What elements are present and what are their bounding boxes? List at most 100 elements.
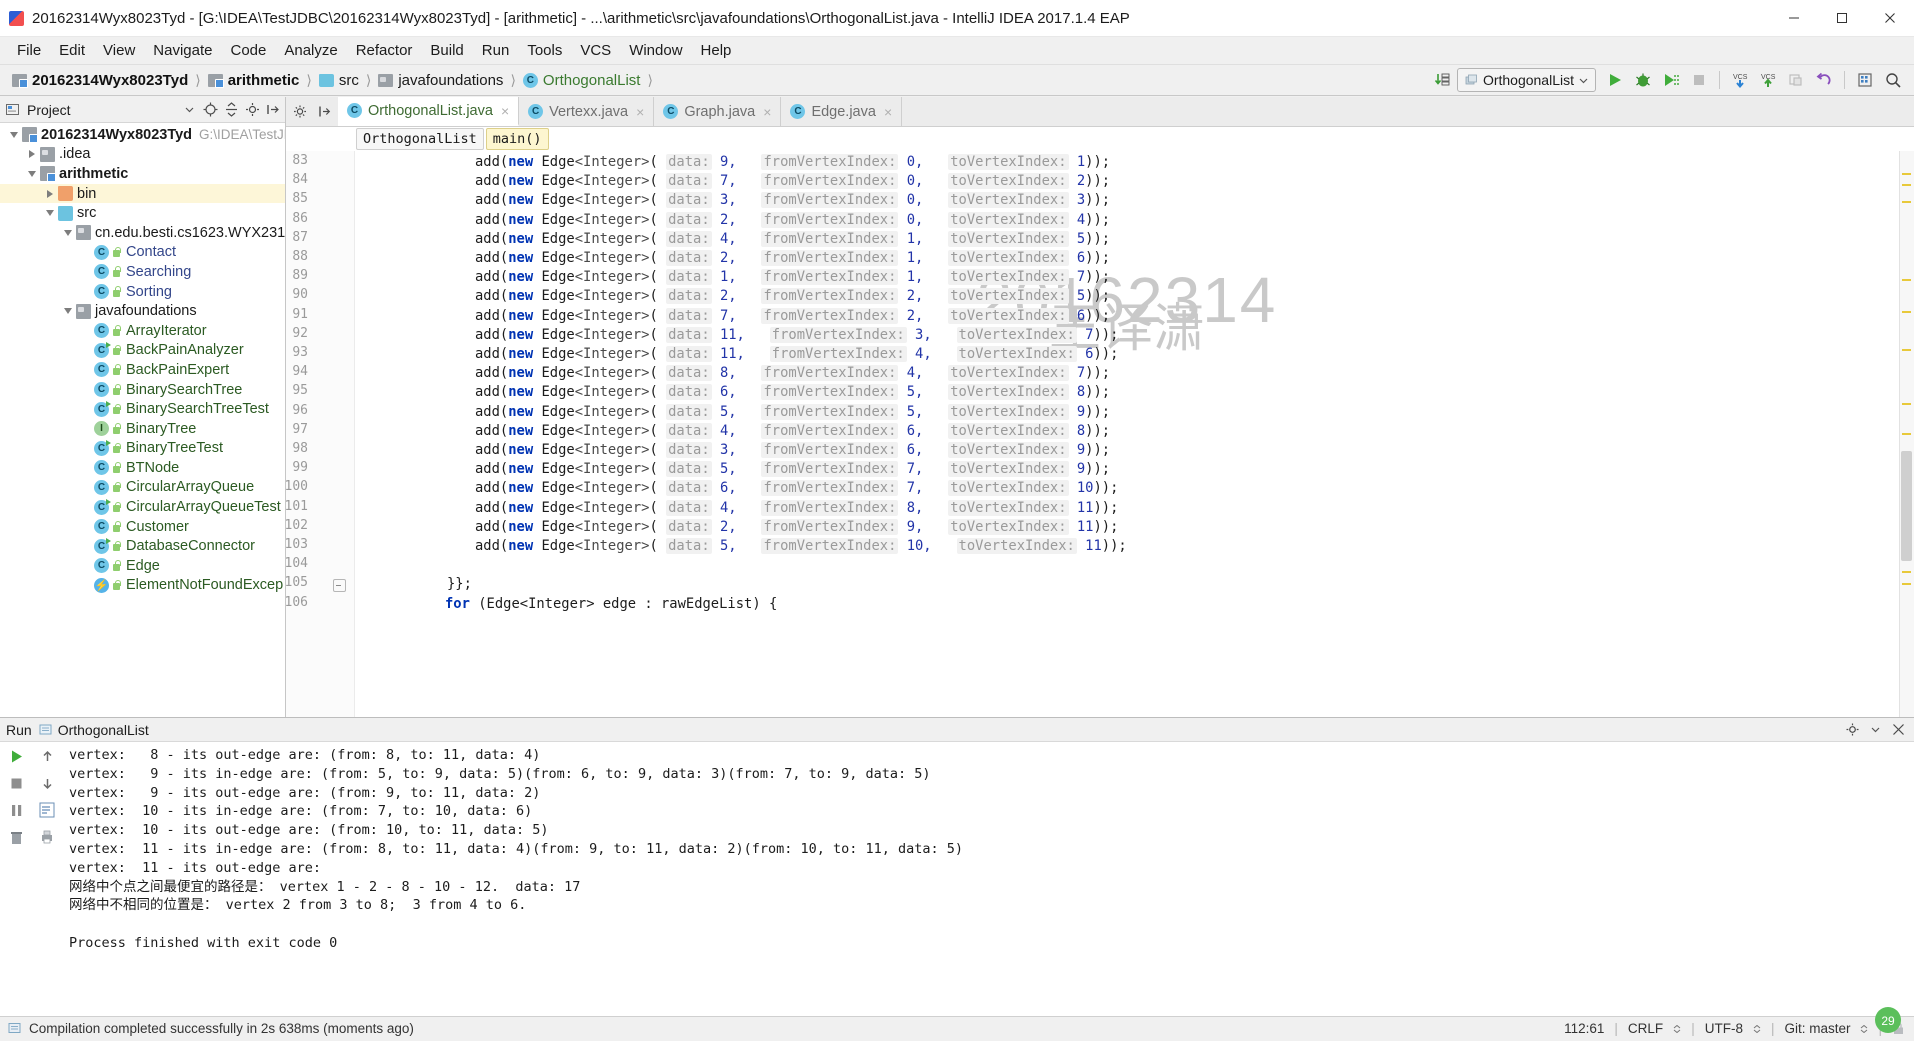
tree-node[interactable]: javafoundations	[0, 301, 285, 321]
breadcrumb-module[interactable]: arithmetic	[204, 71, 304, 90]
menu-file[interactable]: File	[8, 39, 50, 62]
notification-chip[interactable]: 29	[1864, 1003, 1904, 1037]
tree-node[interactable]: C BinarySearchTree	[0, 380, 285, 400]
pause-button[interactable]	[6, 800, 28, 820]
menu-edit[interactable]: Edit	[50, 39, 94, 62]
breadcrumb-src[interactable]: src	[315, 71, 363, 90]
tree-node[interactable]: .idea	[0, 145, 285, 165]
encoding-indicator[interactable]: UTF-8	[1705, 1021, 1743, 1036]
menu-analyze[interactable]: Analyze	[275, 39, 346, 62]
settings-icon[interactable]	[1842, 720, 1862, 740]
tree-node[interactable]: arithmetic	[0, 164, 285, 184]
run-button[interactable]	[1602, 68, 1628, 92]
run-panel-tab[interactable]: OrthogonalList	[39, 722, 149, 738]
tree-node[interactable]: C ArrayIterator	[0, 321, 285, 341]
settings-icon[interactable]	[242, 100, 262, 120]
tree-twisty-down[interactable]	[24, 166, 40, 182]
collapse-all-icon[interactable]	[221, 100, 241, 120]
breadcrumb-project[interactable]: 20162314Wyx8023Tyd	[8, 71, 192, 90]
project-tree[interactable]: 20162314Wyx8023Tyd G:\IDEA\TestJDB .idea ar…	[0, 123, 285, 717]
tab-orthogonallist-java[interactable]: C OrthogonalList.java ×	[338, 97, 520, 126]
error-stripe-gutter[interactable]	[1899, 151, 1914, 717]
menu-code[interactable]: Code	[221, 39, 275, 62]
scroll-up-button[interactable]	[36, 746, 58, 766]
soft-wrap-button[interactable]	[36, 800, 58, 820]
tab-close-icon[interactable]: ×	[501, 103, 509, 119]
print-button[interactable]	[36, 827, 58, 847]
code-content[interactable]: 20162314 王译潇 add(new Edge<Integer>( data…	[355, 151, 1899, 717]
stop-button[interactable]	[6, 773, 28, 793]
run-configuration-selector[interactable]: OrthogonalList	[1456, 68, 1596, 92]
tree-node[interactable]: C Customer	[0, 517, 285, 537]
menu-window[interactable]: Window	[620, 39, 691, 62]
tree-twisty-right[interactable]	[24, 146, 40, 162]
tree-node[interactable]: ⚡ ElementNotFoundExcep	[0, 576, 285, 596]
gear-icon[interactable]	[290, 102, 310, 122]
vcs-update-button[interactable]: VCS	[1727, 68, 1753, 92]
tab-vertexx-java[interactable]: C Vertexx.java ×	[519, 97, 655, 126]
tree-node[interactable]: C CircularArrayQueue	[0, 478, 285, 498]
tree-node[interactable]: src	[0, 203, 285, 223]
tree-node[interactable]: C DatabaseConnector	[0, 536, 285, 556]
tree-node[interactable]: I BinaryTree	[0, 419, 285, 439]
maximize-button[interactable]	[1818, 0, 1866, 36]
settings-button[interactable]	[1852, 68, 1878, 92]
tab-close-icon[interactable]: ×	[636, 104, 644, 120]
tree-node[interactable]: C BinarySearchTreeTest	[0, 399, 285, 419]
tree-twisty-down[interactable]	[42, 205, 58, 221]
tree-twisty-down[interactable]	[6, 127, 22, 143]
tree-node[interactable]: C BinaryTreeTest	[0, 439, 285, 459]
tree-node[interactable]: C BTNode	[0, 458, 285, 478]
search-everywhere-button[interactable]	[1880, 68, 1906, 92]
undo-button[interactable]	[1811, 68, 1837, 92]
event-log-icon[interactable]	[8, 1022, 22, 1035]
tree-node[interactable]: C Contact	[0, 243, 285, 263]
tab-close-icon[interactable]: ×	[763, 104, 771, 120]
rerun-button[interactable]	[6, 746, 28, 766]
tab-edge-java[interactable]: C Edge.java ×	[781, 97, 903, 126]
console-output[interactable]: vertex: 8 - its out-edge are: (from: 8, …	[61, 742, 1914, 1017]
trash-button[interactable]	[6, 827, 28, 847]
breadcrumb-chip-class[interactable]: OrthogonalList	[356, 128, 484, 150]
chevron-down-icon[interactable]	[1865, 720, 1885, 740]
minimize-button[interactable]	[1770, 0, 1818, 36]
menu-view[interactable]: View	[94, 39, 144, 62]
code-fold-marker[interactable]	[333, 579, 346, 593]
tree-node[interactable]: bin	[0, 183, 285, 204]
editor-gutter[interactable]: 83 84 85 86 87 88 89 90 91 92 93 94 95 96 97 98 99 100 101…	[286, 151, 355, 717]
menu-refactor[interactable]: Refactor	[347, 39, 422, 62]
hide-icon[interactable]	[1888, 720, 1908, 740]
git-branch-indicator[interactable]: Git: master	[1784, 1021, 1850, 1036]
tree-twisty-down[interactable]	[60, 303, 76, 319]
view-mode-chevron[interactable]	[179, 100, 199, 120]
tree-twisty-right[interactable]	[42, 186, 58, 202]
update-project-icon[interactable]	[1429, 68, 1455, 92]
hide-icon[interactable]	[263, 100, 283, 120]
tree-node[interactable]: C Searching	[0, 262, 285, 282]
tab-graph-java[interactable]: C Graph.java ×	[654, 97, 782, 126]
breadcrumb-chip-method[interactable]: main()	[485, 128, 549, 150]
line-separator-indicator[interactable]: CRLF	[1628, 1021, 1663, 1036]
breadcrumb-package[interactable]: javafoundations	[374, 71, 507, 90]
menu-build[interactable]: Build	[421, 39, 472, 62]
locate-icon[interactable]	[200, 100, 220, 120]
menu-run[interactable]: Run	[473, 39, 519, 62]
scroll-down-button[interactable]	[36, 773, 58, 793]
run-with-coverage-button[interactable]	[1658, 68, 1684, 92]
menu-vcs[interactable]: VCS	[571, 39, 620, 62]
tree-node[interactable]: C Edge	[0, 556, 285, 576]
menu-help[interactable]: Help	[692, 39, 741, 62]
tree-node[interactable]: C BackPainAnalyzer	[0, 341, 285, 361]
tree-node[interactable]: C CircularArrayQueueTest	[0, 497, 285, 517]
menu-tools[interactable]: Tools	[518, 39, 571, 62]
vcs-commit-button[interactable]: VCS	[1755, 68, 1781, 92]
editor-scrollbar-thumb[interactable]	[1901, 451, 1912, 561]
tree-twisty-down[interactable]	[60, 225, 76, 241]
tree-node[interactable]: cn.edu.besti.cs1623.WYX2314	[0, 223, 285, 243]
tree-node[interactable]: C BackPainExpert	[0, 360, 285, 380]
tree-node[interactable]: 20162314Wyx8023Tyd G:\IDEA\TestJDB	[0, 125, 285, 145]
tree-node[interactable]: C Sorting	[0, 282, 285, 302]
close-button[interactable]	[1866, 0, 1914, 36]
menu-navigate[interactable]: Navigate	[144, 39, 221, 62]
caret-position[interactable]: 112:61	[1564, 1021, 1604, 1036]
